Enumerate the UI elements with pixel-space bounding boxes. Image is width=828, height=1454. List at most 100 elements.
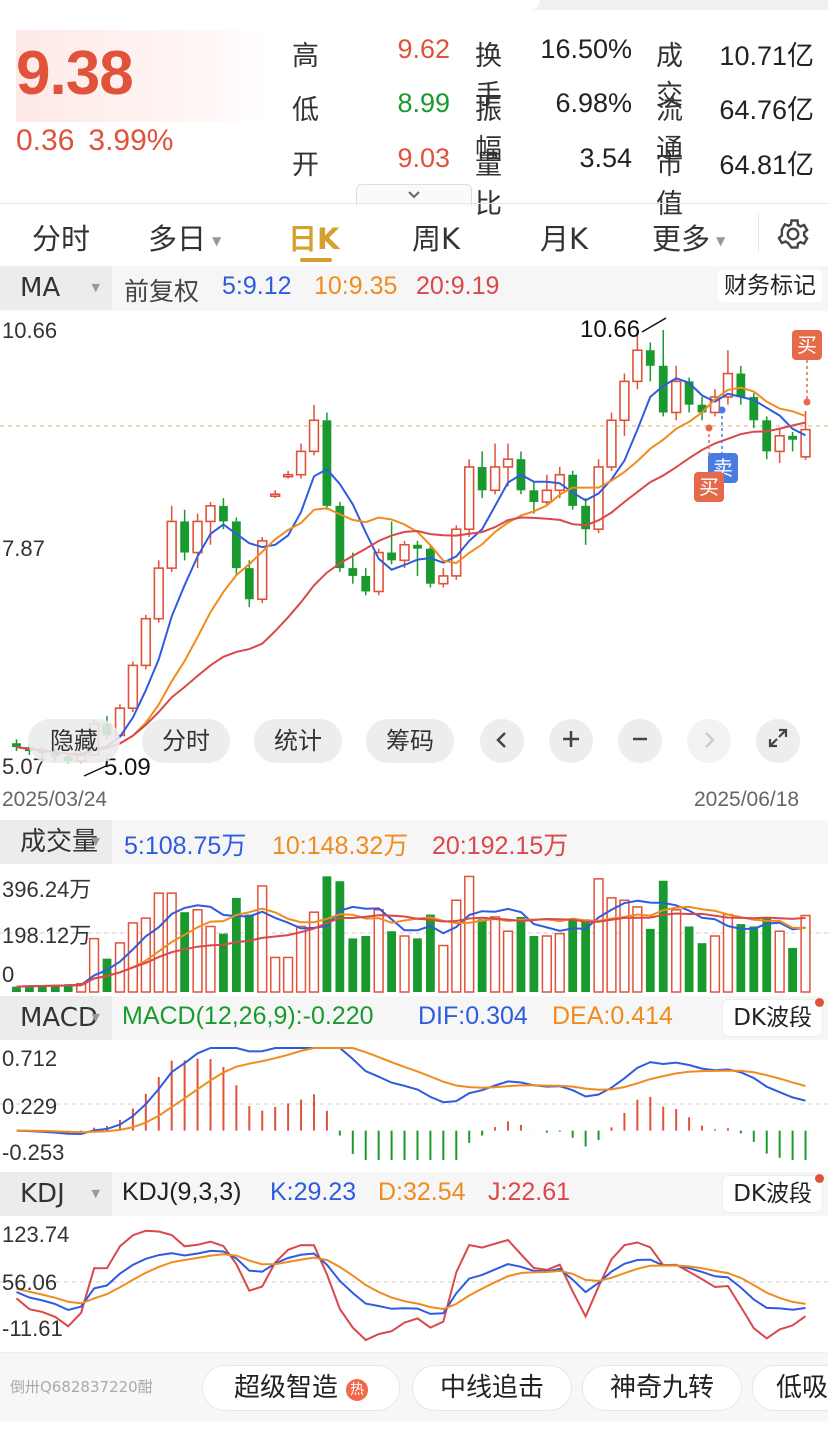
zoom-out-button[interactable]: [618, 719, 662, 763]
volume-bar-up: [373, 909, 384, 993]
volume-bar-up: [451, 899, 462, 993]
candle-body-up: [308, 419, 320, 453]
strategy-chip-midline[interactable]: 中线追击: [412, 1365, 572, 1411]
chip-label: 超级智造: [233, 1373, 338, 1403]
volume-bar-down: [387, 931, 396, 992]
j-line: [15, 1229, 807, 1342]
intraday-overlay-button[interactable]: 分时: [142, 719, 230, 763]
dk-band-button[interactable]: DK波段: [723, 1000, 822, 1036]
high-leader-line: [641, 317, 667, 333]
kdj-axis-max: 123.74: [2, 1222, 70, 1247]
strategy-chip-super[interactable]: 超级智造热: [202, 1365, 400, 1411]
volume-bar-up: [709, 935, 721, 993]
ma-header: MA ▼ 前复权 5:9.12 10:9.35 20:9.19: [0, 266, 828, 310]
macd-axis-mid: 0.229: [2, 1094, 58, 1119]
candle-body-up: [619, 380, 630, 422]
scroll-right-button[interactable]: [687, 719, 731, 763]
kdj-chart[interactable]: [0, 1216, 828, 1350]
volume-bar-up: [282, 956, 294, 993]
volume-bar-up: [114, 942, 126, 993]
divider: [758, 214, 759, 252]
indicator-name: MACD: [20, 1003, 98, 1033]
dif-value: DIF:0.304: [418, 1002, 528, 1030]
volume-bar-down: [413, 938, 422, 992]
candle-body-up: [489, 466, 501, 492]
volume-bar-down: [516, 916, 526, 992]
candle-body-up: [192, 520, 203, 554]
vol-axis-mid: 198.12万: [2, 923, 92, 948]
chip-label: 中线追击: [439, 1373, 544, 1403]
candle-body-down: [348, 568, 358, 576]
kdj-indicator-select[interactable]: KDJ ▼: [0, 1172, 112, 1216]
volume-indicator-select[interactable]: 成交量 ▼: [0, 820, 112, 864]
candle-body-down: [788, 435, 797, 440]
tab-weekly-k[interactable]: 周K: [412, 216, 460, 258]
ma-indicator-select[interactable]: MA ▼: [0, 266, 112, 310]
tab-multi-day[interactable]: 多日 ▼: [148, 216, 221, 258]
settings-button[interactable]: [775, 216, 811, 256]
divider: [0, 203, 828, 204]
volume-bar-up: [593, 878, 604, 993]
volume-bar-down: [231, 897, 241, 992]
volume-bar-down: [348, 938, 358, 992]
stat-value-high: 9.62: [397, 34, 450, 64]
active-tab-indicator: [300, 258, 332, 262]
volume-bar-up: [140, 917, 151, 993]
candle-body-up: [140, 617, 152, 667]
ma5-value: 5:9.12: [222, 272, 292, 300]
hide-button[interactable]: 隐藏: [28, 719, 120, 763]
ma20-value: 20:9.19: [416, 272, 500, 300]
macd-axis-max: 0.712: [2, 1046, 58, 1071]
tab-intraday[interactable]: 分时: [32, 216, 90, 258]
strategy-chip-nine-turn[interactable]: 神奇九转: [582, 1365, 742, 1411]
volume-bar-down: [658, 880, 668, 992]
buy-signal-badge[interactable]: 买: [792, 330, 822, 360]
volume-chart[interactable]: [0, 864, 828, 996]
volume-bar-up: [489, 916, 501, 993]
candle-body-down: [645, 350, 655, 366]
chip-label: 神奇九转: [609, 1373, 714, 1403]
dif-line: [16, 1047, 806, 1136]
dea-line: [16, 1047, 806, 1134]
stat-value-low: 8.99: [397, 88, 450, 118]
candle-body-down: [244, 568, 254, 600]
stat-value-turnover: 16.50%: [540, 34, 632, 64]
macd-chart[interactable]: [0, 1040, 828, 1170]
volume-bar-up: [554, 932, 565, 993]
buy-signal-dot: [803, 398, 811, 406]
candle-body-down: [529, 490, 539, 502]
candle-body-down: [413, 544, 422, 549]
candle-body-up: [502, 458, 514, 468]
strategy-chip-low-buy[interactable]: 低吸: [752, 1365, 828, 1411]
stat-value-volume-ratio: 3.54: [579, 143, 632, 173]
zoom-in-button[interactable]: [549, 719, 593, 763]
tab-label: 月K: [540, 222, 589, 256]
chip-distribution-button[interactable]: 筹码: [366, 719, 454, 763]
fullscreen-button[interactable]: [756, 719, 800, 763]
stat-value-amount: 10.71亿: [719, 41, 814, 71]
candle-body-down: [322, 420, 332, 506]
price-change: 0.36 3.99%: [16, 124, 187, 158]
adjust-mode[interactable]: 前复权: [124, 272, 199, 308]
candle-body-up: [606, 419, 617, 468]
macd-indicator-select[interactable]: MACD ▼: [0, 996, 112, 1040]
candlestick-chart[interactable]: [0, 310, 828, 790]
top-strip: [0, 0, 828, 10]
financial-marker-button[interactable]: 财务标记: [718, 270, 822, 302]
stat-value-amplitude: 6.98%: [555, 88, 632, 118]
tab-daily-k[interactable]: 日K: [288, 216, 339, 258]
k-value: K:29.23: [270, 1178, 357, 1206]
volume-bar-down: [219, 933, 228, 992]
dk-band-button[interactable]: DK波段: [723, 1176, 822, 1212]
d-value: D:32.54: [378, 1178, 466, 1206]
buy-signal-badge-2[interactable]: 买: [694, 472, 724, 502]
candle-body-down: [219, 505, 228, 522]
tab-more[interactable]: 更多 ▼: [652, 216, 725, 258]
statistics-button[interactable]: 统计: [254, 719, 342, 763]
volume-bar-down: [335, 881, 345, 992]
high-annotation: 10.66: [580, 316, 641, 343]
volume-bar-up: [127, 922, 139, 993]
tab-monthly-k[interactable]: 月K: [540, 216, 588, 258]
tab-label: 分时: [32, 222, 91, 256]
scroll-left-button[interactable]: [480, 719, 524, 763]
